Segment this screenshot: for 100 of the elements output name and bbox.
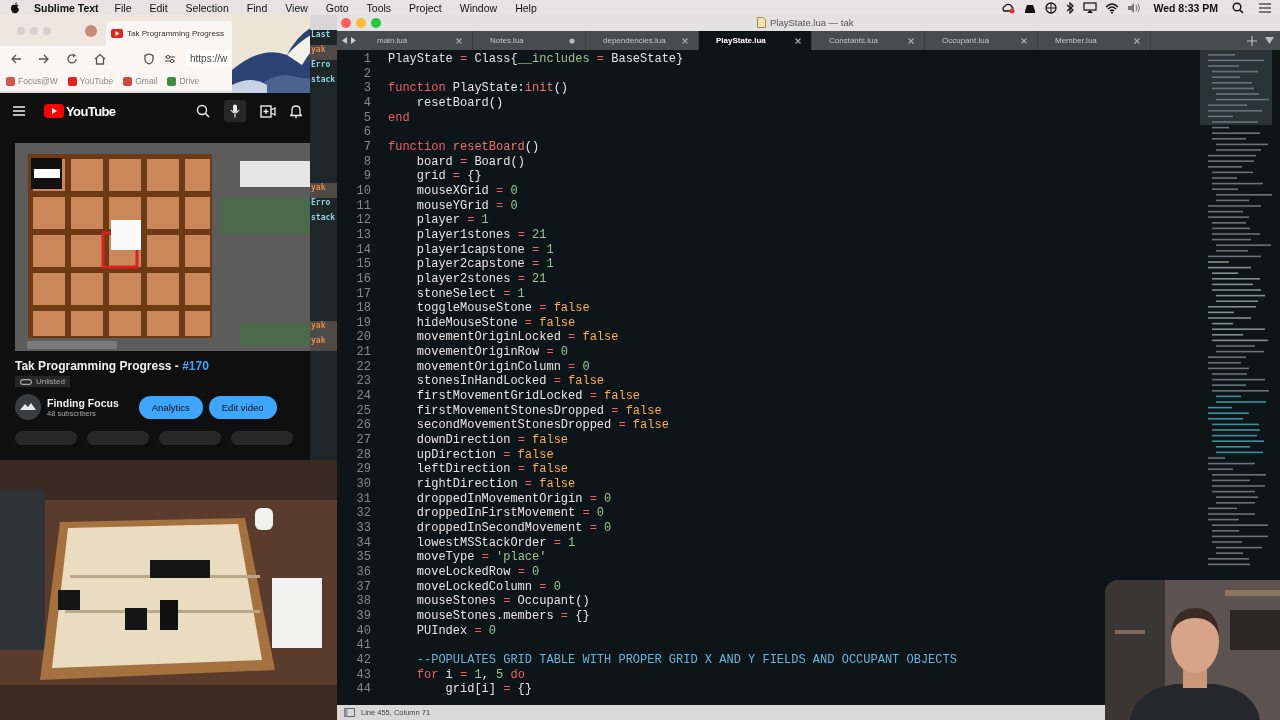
- back-icon[interactable]: [10, 52, 22, 65]
- line-number: 5: [362, 110, 371, 126]
- wifi-icon[interactable]: [1105, 1, 1120, 14]
- menu-item[interactable]: Selection: [185, 1, 229, 14]
- tab-label: main.lua: [377, 36, 408, 45]
- line-number: 41: [355, 638, 371, 653]
- editor-tab[interactable]: main.lua: [360, 31, 473, 50]
- channel-name[interactable]: Finding Focus: [47, 396, 119, 409]
- logo[interactable]: YouTube: [44, 103, 116, 119]
- panel-icon[interactable]: [344, 708, 355, 717]
- line-number: 29: [355, 462, 371, 478]
- code-line: movementOriginRow = 0: [415, 345, 569, 360]
- code-line: mouseStones.members = {}: [415, 608, 590, 624]
- close-icon[interactable]: [907, 36, 915, 45]
- code-line: mouseStones = Occupant(): [415, 594, 590, 609]
- bookmark-icon[interactable]: [6, 76, 15, 86]
- bookmark-icon[interactable]: [167, 76, 177, 86]
- dropdown-icon[interactable]: [1265, 37, 1274, 44]
- bluetooth-icon[interactable]: [1065, 1, 1076, 14]
- settings-icon[interactable]: [164, 52, 176, 65]
- line-number: 42: [355, 652, 371, 668]
- line-number: 13: [355, 227, 371, 243]
- address-field[interactable]: https://w: [186, 51, 232, 66]
- menu-item[interactable]: Find: [246, 1, 268, 14]
- close-icon[interactable]: [681, 36, 689, 45]
- code-line: end: [388, 110, 410, 126]
- search-icon[interactable]: [196, 104, 210, 118]
- line-number: 7: [362, 139, 371, 155]
- bookmark-icon[interactable]: [123, 76, 133, 86]
- mic-icon[interactable]: [230, 104, 240, 118]
- close-icon[interactable]: [455, 36, 463, 45]
- close-icon[interactable]: [794, 36, 802, 45]
- line-number: 37: [355, 579, 371, 595]
- menu-item[interactable]: Edit: [149, 1, 168, 14]
- code-line: mouseXGrid = 0: [415, 183, 518, 199]
- editor-tab[interactable]: Constants.lua: [812, 31, 925, 50]
- forward-icon[interactable]: [38, 52, 50, 65]
- menu-item[interactable]: Goto: [325, 1, 349, 14]
- code-line: PlayState = Class{__includes = BaseState}: [388, 52, 684, 67]
- line-number: 2: [362, 66, 371, 82]
- create-icon[interactable]: [260, 104, 276, 118]
- hashtag-link[interactable]: #170: [182, 359, 209, 373]
- code-line: secondMovementStonesDropped = false: [415, 418, 669, 434]
- code-line: player1stones = 21: [415, 227, 547, 243]
- code-line: player1capstone = 1: [415, 242, 554, 258]
- bookmark-link[interactable]: Drive: [179, 76, 200, 86]
- bookmark-icon[interactable]: [67, 76, 77, 86]
- close-icon[interactable]: [1020, 36, 1028, 45]
- menu-icon[interactable]: [12, 105, 26, 117]
- cloud-icon[interactable]: [1001, 1, 1016, 14]
- code-line: player2capstone = 1: [415, 257, 554, 272]
- display-icon[interactable]: [1083, 1, 1098, 14]
- code-line: droppedInMovementOrigin = 0: [415, 491, 612, 507]
- code-line: droppedInSecondMovement = 0: [415, 521, 612, 536]
- code-line: grid = {}: [415, 169, 482, 184]
- code-line: for i = 1, 5 do: [415, 667, 525, 683]
- browser-tab[interactable]: Tak Programming Progress: [106, 20, 234, 46]
- list-icon[interactable]: [1258, 1, 1272, 14]
- tab-arrows-icon[interactable]: [341, 36, 357, 45]
- editor-tab[interactable]: Notes.lua: [473, 31, 586, 50]
- globe-icon[interactable]: [1045, 1, 1058, 14]
- bell-icon[interactable]: [290, 104, 302, 118]
- menu-item[interactable]: Project: [409, 1, 442, 14]
- editor-tab[interactable]: Occupant.lua: [925, 31, 1038, 50]
- app-menu[interactable]: Sublime Text: [34, 1, 99, 14]
- line-number: 34: [355, 535, 371, 551]
- editor-tab[interactable]: Member.lua: [1038, 31, 1151, 50]
- terminal-line: Erro: [310, 60, 332, 71]
- channel-avatar-icon[interactable]: [15, 394, 41, 420]
- close-icon[interactable]: [1133, 36, 1141, 45]
- line-number: 16: [355, 271, 371, 287]
- apple-icon[interactable]: [10, 1, 20, 14]
- menu-item[interactable]: Tools: [366, 1, 392, 14]
- video-title: Tak Programming Progress -: [15, 359, 180, 373]
- line-number: 8: [362, 154, 371, 170]
- bookmark-link[interactable]: Gmail: [135, 76, 158, 86]
- menu-item[interactable]: Help: [515, 1, 537, 14]
- code-line: moveLockedRow = 0: [415, 564, 540, 580]
- menu-item[interactable]: File: [114, 1, 132, 14]
- code-line: droppedInFirstMovement = 0: [415, 506, 605, 521]
- reload-icon[interactable]: [66, 52, 78, 65]
- code-line: movementOriginColumn = 0: [415, 359, 590, 375]
- action-button[interactable]: Edit video: [208, 395, 277, 419]
- shield-icon[interactable]: [144, 52, 154, 65]
- home-icon[interactable]: [94, 52, 106, 65]
- bookmark-link[interactable]: Focus@W: [18, 76, 58, 86]
- action-button[interactable]: Analytics: [138, 395, 203, 419]
- search-icon[interactable]: [1232, 1, 1244, 14]
- menu-item[interactable]: Window: [459, 1, 498, 14]
- unlisted-icon: [20, 378, 32, 385]
- code-line: board = Board(): [415, 154, 525, 170]
- clock[interactable]: Wed 8:33 PM: [1153, 1, 1218, 14]
- editor-tab[interactable]: PlayState.lua: [699, 31, 812, 50]
- volume-icon[interactable]: [1127, 1, 1142, 14]
- play-icon: [44, 104, 64, 118]
- menu-item[interactable]: View: [285, 1, 308, 14]
- bookmark-link[interactable]: YouTube: [79, 76, 114, 86]
- code-line: function resetBoard(): [388, 139, 540, 155]
- new-tab-icon[interactable]: [1247, 35, 1257, 46]
- line-number: 19: [355, 315, 371, 331]
